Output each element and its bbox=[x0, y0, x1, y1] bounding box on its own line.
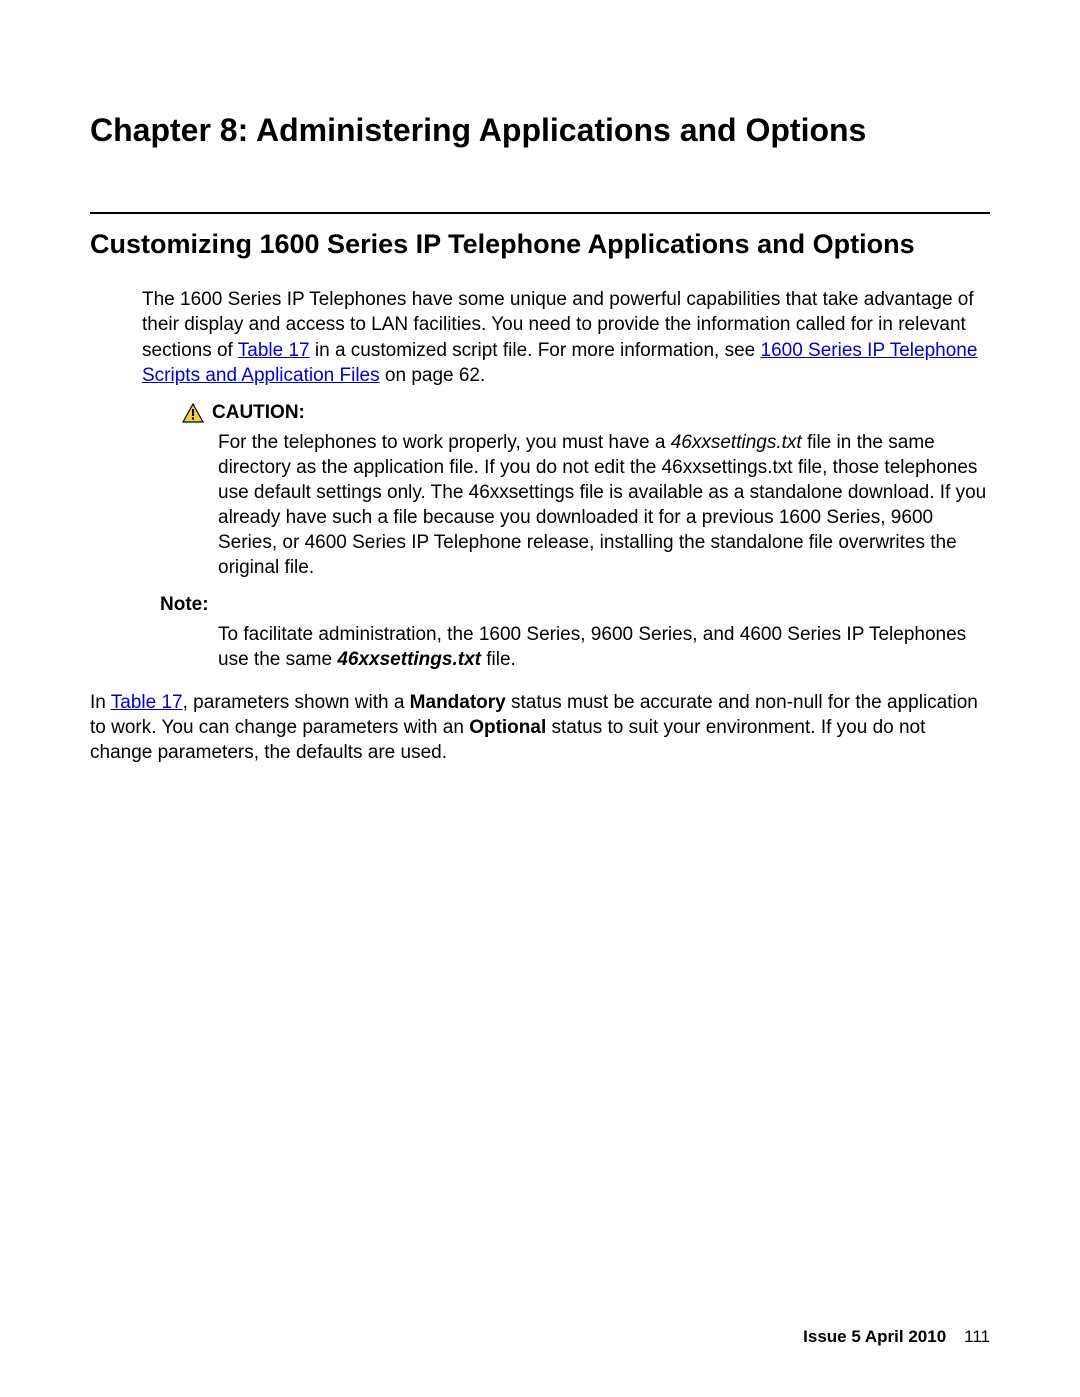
table-17-link[interactable]: Table 17 bbox=[238, 340, 310, 361]
issue-date: Issue 5 April 2010 bbox=[803, 1327, 946, 1346]
text-run: , parameters shown with a bbox=[183, 692, 410, 713]
note-label: Note: bbox=[160, 594, 990, 616]
text-run: In bbox=[90, 692, 111, 713]
chapter-title: Chapter 8: Administering Applications an… bbox=[90, 110, 990, 152]
status-paragraph: In Table 17, parameters shown with a Man… bbox=[90, 690, 990, 765]
mandatory-label: Mandatory bbox=[410, 692, 506, 713]
page: Chapter 8: Administering Applications an… bbox=[0, 0, 1080, 1397]
settings-filename: 46xxsettings.txt bbox=[671, 432, 802, 453]
caution-label: CAUTION: bbox=[212, 402, 305, 424]
caution-body: For the telephones to work properly, you… bbox=[218, 430, 990, 580]
text-run: file. bbox=[481, 649, 516, 670]
text-run: To facilitate administration, the 1600 S… bbox=[218, 624, 966, 670]
section-title: Customizing 1600 Series IP Telephone App… bbox=[90, 228, 990, 262]
text-run: file in the same directory as the applic… bbox=[218, 432, 986, 578]
text-run: in a customized script file. For more in… bbox=[310, 340, 761, 361]
caution-icon bbox=[182, 403, 204, 423]
caution-block: CAUTION: For the telephones to work prop… bbox=[182, 402, 990, 580]
note-body: To facilitate administration, the 1600 S… bbox=[218, 622, 990, 672]
section-rule bbox=[90, 212, 990, 214]
note-block: Note: To facilitate administration, the … bbox=[182, 594, 990, 672]
settings-filename: 46xxsettings.txt bbox=[337, 649, 481, 670]
intro-paragraph: The 1600 Series IP Telephones have some … bbox=[142, 287, 990, 387]
table-17-link[interactable]: Table 17 bbox=[111, 692, 183, 713]
body-content: The 1600 Series IP Telephones have some … bbox=[142, 287, 990, 765]
caution-header: CAUTION: bbox=[182, 402, 990, 424]
page-footer: Issue 5 April 2010 111 bbox=[803, 1327, 990, 1347]
page-number: 111 bbox=[964, 1327, 990, 1346]
text-run: on page 62. bbox=[380, 365, 486, 386]
optional-label: Optional bbox=[469, 717, 546, 738]
text-run: For the telephones to work properly, you… bbox=[218, 432, 671, 453]
